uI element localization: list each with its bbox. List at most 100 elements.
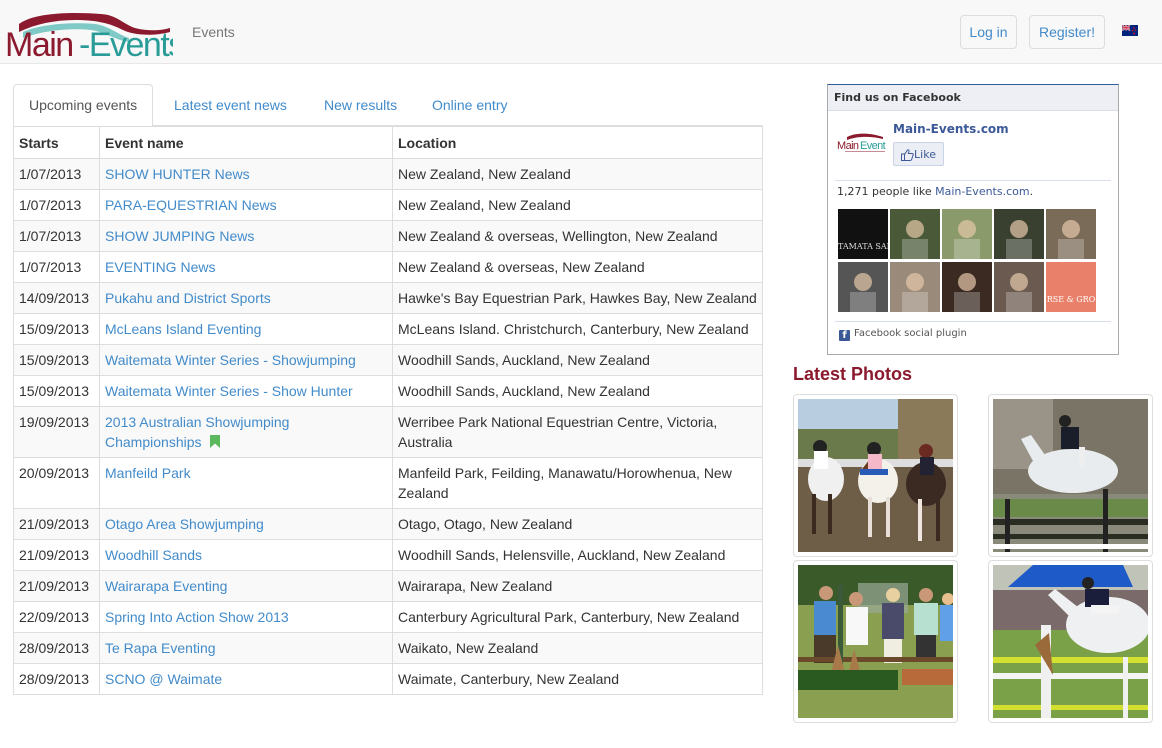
event-name-link[interactable]: Spring Into Action Show 2013	[105, 609, 289, 625]
event-location: New Zealand, New Zealand	[392, 158, 763, 190]
event-name-link[interactable]: PARA-EQUESTRIAN News	[105, 197, 277, 213]
event-location: Woodhill Sands, Auckland, New Zealand	[392, 375, 763, 407]
new-zealand-flag-icon[interactable]	[1122, 25, 1138, 36]
tab-new-results[interactable]: New results	[309, 84, 412, 126]
event-name-cell: PARA-EQUESTRIAN News	[99, 189, 393, 221]
photo-thumbnail[interactable]	[793, 560, 958, 723]
event-start-date: 21/09/2013	[13, 539, 100, 571]
facebook-icon: f	[839, 330, 850, 341]
events-table: Starts Event name Location 1/07/2013 SHOW…	[13, 126, 763, 695]
event-name-link[interactable]: McLeans Island Eventing	[105, 321, 261, 337]
event-start-date: 15/09/2013	[13, 313, 100, 345]
event-name-link[interactable]: Waitemata Winter Series - Show Hunter	[105, 383, 353, 399]
facebook-fan-avatar[interactable]	[994, 209, 1044, 259]
event-start-date: 15/09/2013	[13, 375, 100, 407]
facebook-fan-avatar[interactable]	[942, 262, 992, 312]
column-header-event-name[interactable]: Event name	[99, 126, 393, 159]
svg-text:Main: Main	[837, 140, 859, 152]
facebook-page-logo[interactable]: Main Event	[837, 131, 889, 155]
event-location: Woodhill Sands, Auckland, New Zealand	[392, 344, 763, 376]
event-name-cell: SHOW HUNTER News	[99, 158, 393, 190]
event-name-link[interactable]: SHOW HUNTER News	[105, 166, 250, 182]
facebook-box-header: Find us on Facebook	[828, 85, 1118, 111]
event-location: Werribee Park National Equestrian Centre…	[392, 406, 763, 458]
event-location: Waimate, Canterbury, New Zealand	[392, 663, 763, 695]
event-location: McLeans Island. Christchurch, Canterbury…	[392, 313, 763, 345]
event-start-date: 19/09/2013	[13, 406, 100, 458]
facebook-fan-avatar[interactable]	[942, 209, 992, 259]
event-name-link[interactable]: Pukahu and District Sports	[105, 290, 271, 306]
event-name-cell: Woodhill Sands	[99, 539, 393, 571]
event-location: Otago, Otago, New Zealand	[392, 508, 763, 540]
event-name-link[interactable]: Woodhill Sands	[105, 547, 202, 563]
login-button[interactable]: Log in	[960, 15, 1017, 49]
event-location: Waikato, New Zealand	[392, 632, 763, 664]
event-start-date: 28/09/2013	[13, 663, 100, 695]
event-name-link[interactable]: Waitemata Winter Series - Showjumping	[105, 352, 356, 368]
event-name-link[interactable]: Manfeild Park	[105, 465, 191, 481]
divider	[835, 180, 1111, 181]
event-name-cell: McLeans Island Eventing	[99, 313, 393, 345]
event-name-link[interactable]: SHOW JUMPING News	[105, 228, 254, 244]
event-tabs: Upcoming events Latest event news New re…	[13, 84, 763, 127]
navbar: Main -Events Events Log in Register!	[0, 0, 1162, 64]
event-name-link[interactable]: Wairarapa Eventing	[105, 578, 227, 594]
event-location: Wairarapa, New Zealand	[392, 570, 763, 602]
tab-online-entry[interactable]: Online entry	[417, 84, 522, 126]
photo-thumbnail[interactable]	[793, 394, 958, 557]
facebook-social-plugin-footer[interactable]: f Facebook social plugin	[839, 328, 967, 341]
riders-on-horses-photo	[798, 399, 953, 552]
facebook-fan-avatar[interactable]: RSE & GRO	[1046, 262, 1096, 312]
bookmark-icon[interactable]	[209, 435, 220, 448]
event-start-date: 21/09/2013	[13, 508, 100, 540]
facebook-page-name-link[interactable]: Main-Events.com	[893, 122, 1009, 136]
facebook-count-page-link[interactable]: Main-Events.com	[935, 185, 1029, 198]
event-start-date: 28/09/2013	[13, 632, 100, 664]
event-name-link[interactable]: EVENTING News	[105, 259, 215, 275]
facebook-like-button[interactable]: Like	[893, 142, 944, 166]
table-row: 21/09/2013 Wairarapa Eventing Wairarapa, N…	[13, 570, 763, 602]
facebook-like-box: Find us on Facebook Main Event Main-Even…	[827, 84, 1119, 355]
facebook-like-label: Like	[914, 148, 936, 161]
facebook-fan-avatar[interactable]	[890, 209, 940, 259]
event-location: Woodhill Sands, Helensville, Auckland, N…	[392, 539, 763, 571]
column-header-location[interactable]: Location	[392, 126, 763, 159]
event-name-cell: SHOW JUMPING News	[99, 220, 393, 252]
facebook-fan-avatar[interactable]	[890, 262, 940, 312]
table-row: 28/09/2013 SCNO @ Waimate Waimate, Canterb…	[13, 663, 763, 695]
event-name-cell: SCNO @ Waimate	[99, 663, 393, 695]
facebook-fan-avatar[interactable]: TAMATA SADDL	[838, 209, 888, 259]
divider	[835, 321, 1111, 322]
event-name-cell: Otago Area Showjumping	[99, 508, 393, 540]
table-row: 21/09/2013 Woodhill Sands Woodhill Sands, …	[13, 539, 763, 571]
event-start-date: 1/07/2013	[13, 251, 100, 283]
table-row: 28/09/2013 Te Rapa Eventing Waikato, New Z…	[13, 632, 763, 664]
table-row: 21/09/2013 Otago Area Showjumping Otago, O…	[13, 508, 763, 540]
event-name-link[interactable]: SCNO @ Waimate	[105, 671, 222, 687]
nav-link-events[interactable]: Events	[192, 24, 235, 40]
column-header-starts[interactable]: Starts	[13, 126, 100, 159]
table-row: 1/07/2013 SHOW JUMPING News New Zealand & …	[13, 220, 763, 252]
table-row: 15/09/2013 McLeans Island Eventing McLeans…	[13, 313, 763, 345]
event-name-cell: Waitemata Winter Series - Showjumping	[99, 344, 393, 376]
event-name-cell: Waitemata Winter Series - Show Hunter	[99, 375, 393, 407]
event-start-date: 20/09/2013	[13, 457, 100, 509]
event-name-cell: 2013 Australian Showjumping Championship…	[99, 406, 393, 458]
facebook-fan-avatar[interactable]	[1046, 209, 1096, 259]
photo-thumbnail[interactable]	[988, 394, 1153, 557]
register-button[interactable]: Register!	[1029, 15, 1105, 49]
facebook-fan-avatar[interactable]	[994, 262, 1044, 312]
event-name-link[interactable]: 2013 Australian Showjumping Championship…	[105, 414, 289, 450]
event-start-date: 1/07/2013	[13, 189, 100, 221]
tab-latest-event-news[interactable]: Latest event news	[159, 84, 302, 126]
main-events-logo[interactable]: Main -Events	[5, 6, 173, 60]
table-row: 19/09/2013 2013 Australian Showjumping Ch…	[13, 406, 763, 458]
table-row: 15/09/2013 Waitemata Winter Series - Show…	[13, 375, 763, 407]
event-name-link[interactable]: Otago Area Showjumping	[105, 516, 264, 532]
photo-thumbnail[interactable]	[988, 560, 1153, 723]
facebook-fan-avatar[interactable]	[838, 262, 888, 312]
tab-upcoming-events[interactable]: Upcoming events	[13, 84, 154, 127]
latest-photos-heading: Latest Photos	[793, 364, 913, 384]
event-name-link[interactable]: Te Rapa Eventing	[105, 640, 216, 656]
thumbs-up-icon	[901, 149, 914, 161]
